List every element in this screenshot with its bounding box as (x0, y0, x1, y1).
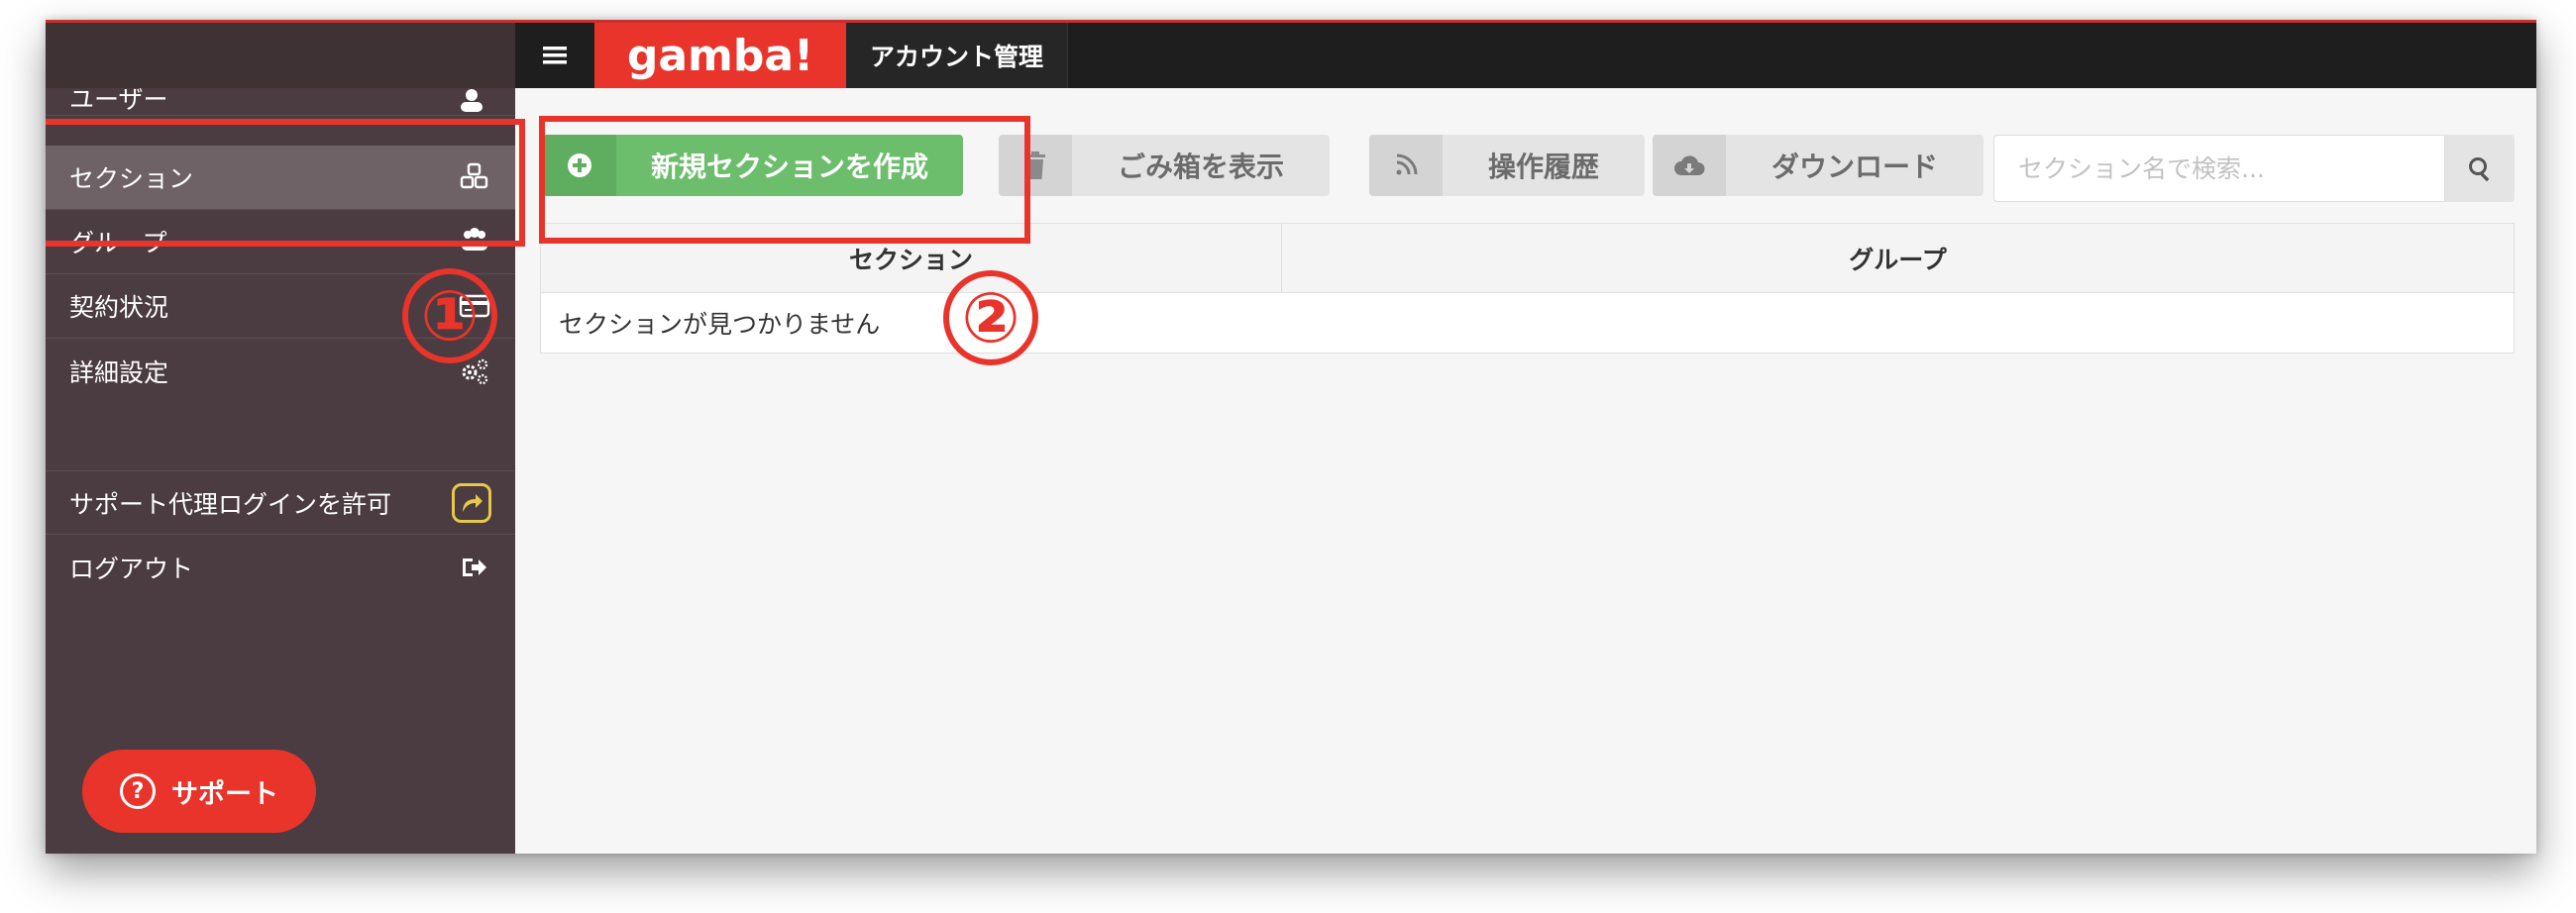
sidebar-item-label: 契約状況 (69, 293, 169, 322)
show-trash-button[interactable]: ごみ箱を表示 (999, 135, 1330, 196)
cloud-download-icon (1653, 135, 1726, 196)
show-trash-label: ごみ箱を表示 (1117, 151, 1284, 183)
hamburger-icon (543, 47, 567, 64)
support-label: サポート (171, 778, 278, 810)
app-window: ユーザー セクション グループ 契約状況 詳細設定 サポート代理ログインを許可 … (46, 20, 2536, 854)
support-button[interactable]: ? サポート (82, 750, 316, 833)
search-icon (2469, 157, 2490, 181)
share-icon[interactable] (452, 482, 491, 523)
history-label: 操作履歴 (1487, 151, 1599, 183)
rss-icon (1369, 135, 1443, 196)
download-label: ダウンロード (1771, 151, 1938, 183)
sidebar-item-label: サポート代理ログインを許可 (69, 489, 392, 519)
sidebar-item-logout[interactable]: ログアウト (46, 535, 515, 599)
annotation-number-2: ② (943, 270, 1038, 365)
download-button[interactable]: ダウンロード (1653, 135, 1984, 196)
user-add-icon (458, 88, 491, 115)
menu-toggle-button[interactable] (515, 23, 594, 88)
empty-table-message: セクションが見つかりません (559, 310, 881, 339)
sidebar-item-proxy-login[interactable]: サポート代理ログインを許可 (46, 470, 515, 535)
sidebar-header (46, 23, 515, 88)
search-button[interactable] (2445, 135, 2515, 202)
sidebar-item-label: ユーザー (69, 88, 168, 114)
sidebar-item-label: 詳細設定 (69, 357, 169, 387)
annotation-number-1: ① (402, 268, 497, 363)
question-icon: ? (120, 773, 156, 809)
annotation-box-2 (539, 116, 1030, 244)
brand-logo[interactable]: gamba! (594, 23, 846, 88)
top-header: gamba! アカウント管理 (515, 23, 2536, 88)
column-header-group[interactable]: グループ (1282, 224, 2514, 292)
section-search-input[interactable] (1993, 135, 2445, 202)
sidebar-item-label: ログアウト (69, 554, 194, 583)
history-button[interactable]: 操作履歴 (1369, 135, 1645, 196)
sign-out-icon (458, 551, 491, 584)
sidebar-item-users[interactable]: ユーザー (46, 88, 515, 116)
annotation-box-1 (46, 119, 525, 247)
page-title: アカウント管理 (846, 23, 1069, 88)
